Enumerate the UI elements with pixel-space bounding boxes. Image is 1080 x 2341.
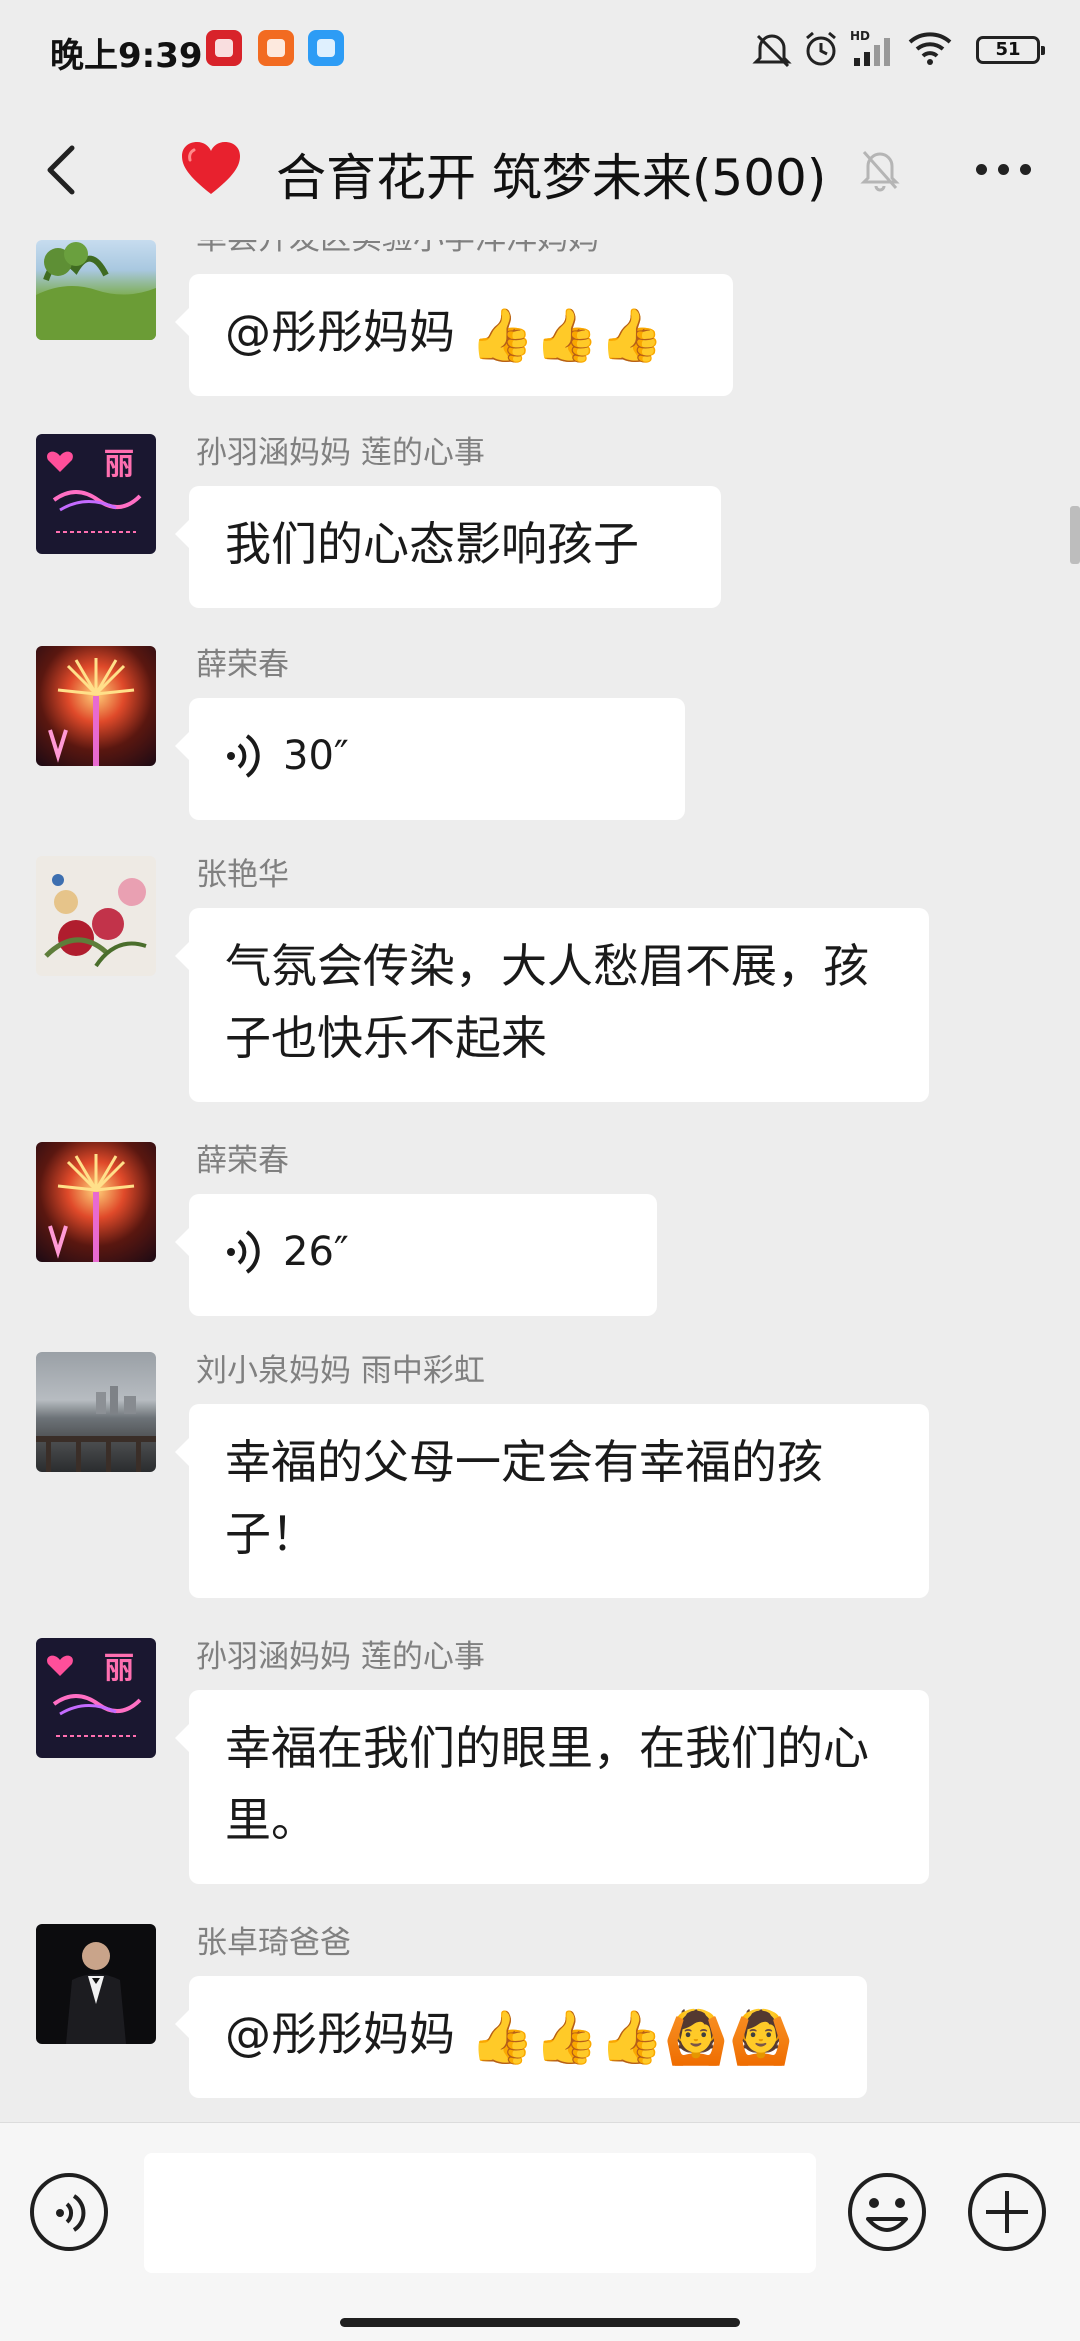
more-options-icon[interactable]: [976, 164, 1032, 176]
voice-duration: 26″: [283, 1229, 349, 1275]
emoji-button-icon[interactable]: [846, 2171, 928, 2253]
status-bar: 晚上9:39 HD 51: [0, 0, 1080, 100]
avatar-neon-text: 丽: [104, 1651, 134, 1686]
message-text: 气氛会传染，大人愁眉不展，孩子也快乐不起来: [225, 939, 869, 1065]
avatar[interactable]: [36, 646, 156, 766]
avatar[interactable]: [36, 1924, 156, 2044]
message-text: 我们的心态影响孩子: [225, 517, 639, 571]
message-input[interactable]: [144, 2153, 816, 2273]
avatar[interactable]: [36, 856, 156, 976]
home-indicator[interactable]: [340, 2318, 740, 2327]
message-text: 幸福的父母一定会有幸福的孩子！: [225, 1435, 823, 1561]
avatar[interactable]: [36, 1142, 156, 1262]
sender-name: 张艳华: [196, 857, 289, 893]
chat-header: 合育花开 筑梦未来(500): [0, 100, 1080, 240]
voice-wave-icon: [227, 734, 260, 778]
shop-app-icon: [258, 30, 294, 66]
svg-text:HD: HD: [850, 29, 870, 43]
group-title: 合育花开 筑梦未来(500): [276, 149, 827, 207]
message-bubble[interactable]: 幸福的父母一定会有幸福的孩子！: [175, 1404, 929, 1598]
message-bubble[interactable]: 气氛会传染，大人愁眉不展，孩子也快乐不起来: [175, 908, 929, 1102]
message-text: @彤彤妈妈: [225, 305, 455, 359]
avatar[interactable]: [36, 240, 156, 340]
status-time: 晚上9:39: [50, 36, 203, 76]
sender-name: 孙羽涵妈妈 莲的心事: [196, 1639, 485, 1675]
sender-name: 单县开发区实验小学洋洋妈妈: [196, 240, 599, 258]
message-bubble[interactable]: @彤彤妈妈 👍👍👍🙆🙆: [175, 1976, 867, 2098]
message-bubble[interactable]: 我们的心态影响孩子: [175, 486, 721, 608]
message-bubble[interactable]: @彤彤妈妈 👍👍👍: [175, 274, 733, 396]
heart-icon: [182, 142, 240, 194]
signal-hd-icon: HD: [850, 29, 890, 66]
message-list[interactable]: 单县开发区实验小学洋洋妈妈 @彤彤妈妈 👍👍👍 丽 孙羽涵妈妈 莲的心事 我们的…: [0, 240, 1080, 2122]
sender-name: 薛荣春: [196, 647, 289, 683]
message-text: 幸福在我们的眼里，在我们的心里。: [225, 1721, 869, 1847]
alarm-icon: [806, 31, 836, 66]
voice-message-bubble[interactable]: 26″: [175, 1194, 657, 1316]
avatar[interactable]: [36, 1352, 156, 1472]
thumbs-up-emoji: 👍👍👍: [469, 305, 664, 366]
message-bubble[interactable]: 幸福在我们的眼里，在我们的心里。: [175, 1690, 929, 1884]
voice-duration: 30″: [283, 733, 349, 779]
voice-message-bubble[interactable]: 30″: [175, 698, 685, 820]
scrollbar[interactable]: [1070, 506, 1080, 564]
back-arrow-icon[interactable]: [40, 140, 84, 200]
plus-button-icon[interactable]: [966, 2171, 1048, 2253]
voice-wave-icon: [56, 2194, 86, 2232]
study-app-icon: [206, 30, 242, 66]
mute-vibrate-icon: [752, 34, 792, 68]
wifi-icon: [908, 32, 952, 65]
message-text: @彤彤妈妈: [225, 2007, 455, 2061]
voice-wave-icon: [227, 1230, 260, 1274]
message-app-icon: [308, 30, 344, 66]
avatar[interactable]: 丽: [36, 434, 156, 554]
avatar-neon-text: 丽: [104, 447, 134, 482]
avatar[interactable]: 丽: [36, 1638, 156, 1758]
reaction-emoji: 👍👍👍🙆🙆: [469, 2007, 794, 2068]
sender-name: 薛荣春: [196, 1143, 289, 1179]
sender-name: 刘小泉妈妈 雨中彩虹: [196, 1353, 485, 1389]
battery-indicator: 51: [976, 36, 1045, 64]
voice-input-button[interactable]: [30, 2173, 108, 2251]
muted-bell-icon: [860, 151, 900, 192]
input-bar: [0, 2122, 1080, 2341]
sender-name: 张卓琦爸爸: [196, 1925, 351, 1961]
sender-name: 孙羽涵妈妈 莲的心事: [196, 435, 485, 471]
